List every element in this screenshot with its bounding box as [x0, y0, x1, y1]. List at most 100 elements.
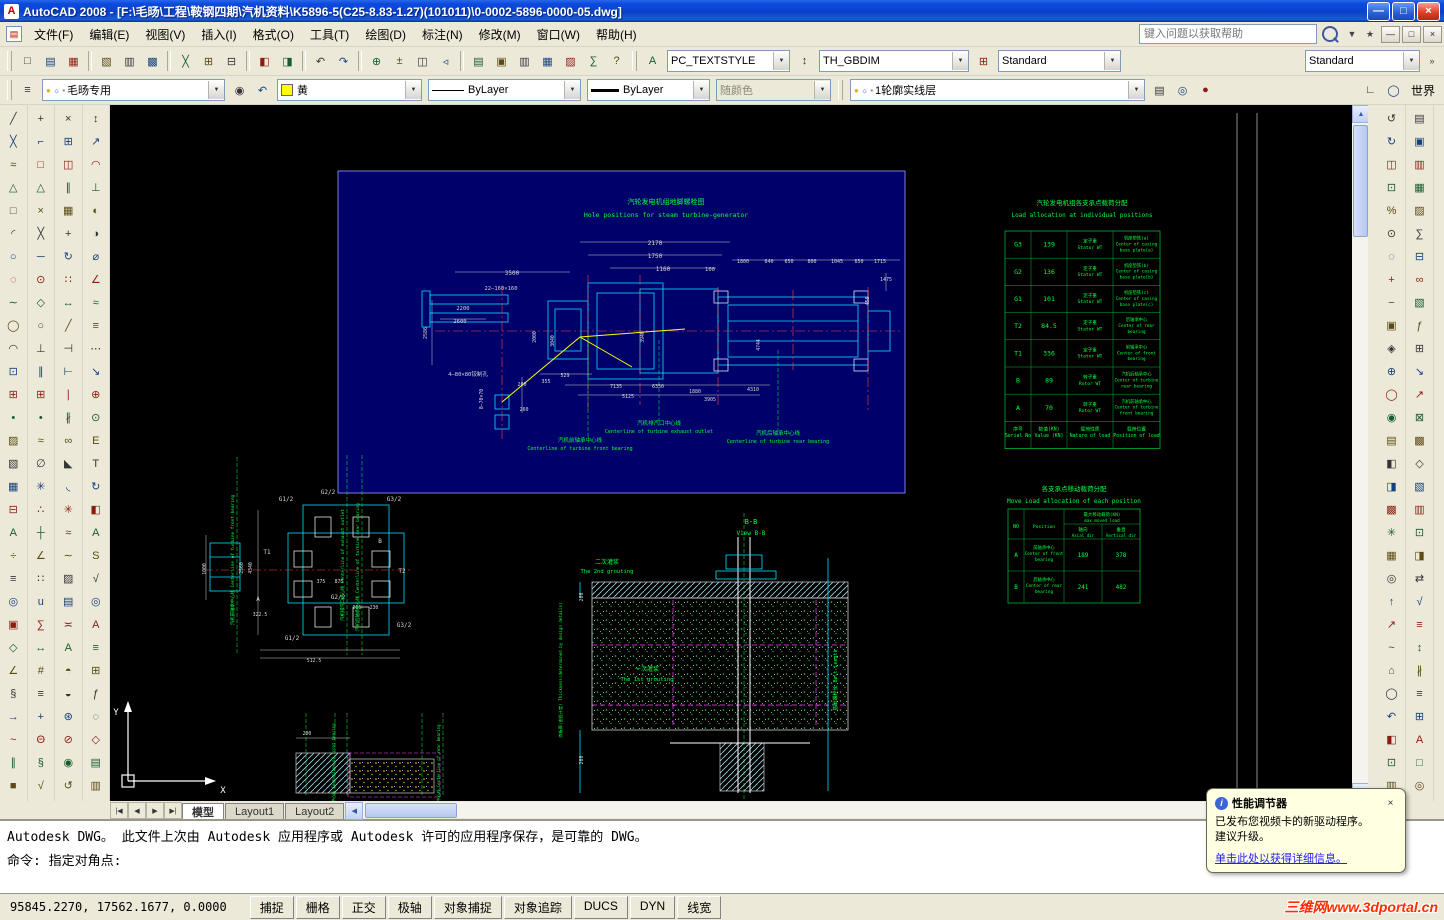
toolbar-grip[interactable]	[7, 80, 12, 100]
find-replace-icon[interactable]: ◎	[84, 590, 107, 613]
field-2-icon[interactable]: ƒ	[1408, 314, 1431, 337]
draworder-back-icon[interactable]: ◒	[57, 682, 80, 705]
copy-icon[interactable]: ⊞	[57, 130, 80, 153]
regen-all-icon[interactable]: ↻	[1380, 130, 1403, 153]
status-toggle-4[interactable]: 对象捕捉	[433, 895, 502, 919]
group-icon[interactable]: ⊛	[57, 705, 80, 728]
zoom-scale-icon[interactable]: %	[1380, 199, 1403, 222]
mirror-icon[interactable]: ◫	[57, 153, 80, 176]
regen-icon[interactable]: ↺	[57, 774, 80, 797]
motion-path-icon[interactable]: ~	[1380, 636, 1403, 659]
area-icon[interactable]: #	[29, 659, 52, 682]
sheetset-manager-icon[interactable]: ▦	[536, 50, 559, 73]
zoom-dynamic-icon[interactable]: ⊡	[1380, 176, 1403, 199]
menu-item-2[interactable]: 视图(V)	[137, 24, 193, 45]
point-icon[interactable]: •	[2, 406, 25, 429]
star-icon[interactable]: ★	[1362, 26, 1378, 42]
3d-polyline-icon[interactable]: ∠	[2, 659, 25, 682]
dim-style-icon[interactable]: ◧	[84, 498, 107, 521]
layer-combo[interactable]: ● ☼ ▪ 毛旸专用 ▼	[42, 79, 225, 101]
quickcalc-2-icon[interactable]: ∑	[1408, 222, 1431, 245]
lengthen-icon[interactable]: ╱	[57, 314, 80, 337]
snap-midpoint-icon[interactable]: △	[29, 176, 52, 199]
pan-icon[interactable]: ⊕	[365, 50, 388, 73]
list-icon[interactable]: ≡	[29, 682, 52, 705]
clean-screen-icon[interactable]: □	[1408, 751, 1431, 774]
fillet-icon[interactable]: ◟	[57, 475, 80, 498]
named-views-icon[interactable]: ▥	[84, 774, 107, 797]
page-setup-icon[interactable]: ▥	[1408, 498, 1431, 521]
match-properties-icon[interactable]: ◧	[253, 50, 276, 73]
quick-dimension-icon[interactable]: ≈	[84, 291, 107, 314]
dim-linear-icon[interactable]: ↕	[84, 107, 107, 130]
edit-array-icon[interactable]: ▤	[57, 590, 80, 613]
help-icon[interactable]: ?	[605, 50, 628, 73]
menu-item-0[interactable]: 文件(F)	[26, 24, 81, 45]
color-combo[interactable]: 黄 ▼	[277, 79, 422, 101]
snap-parallel-icon[interactable]: ∥	[29, 360, 52, 383]
tab-nav-3[interactable]: ▶|	[164, 802, 182, 819]
zoom-in-icon[interactable]: +	[1380, 268, 1403, 291]
menu-item-1[interactable]: 编辑(E)	[81, 24, 137, 45]
designcenter-2-icon[interactable]: ▣	[1408, 130, 1431, 153]
close-button[interactable]: ×	[1417, 1, 1440, 21]
mdi-restore-button[interactable]: □	[1402, 25, 1421, 43]
dim-style-icon[interactable]: ↕	[793, 50, 816, 73]
named-ucs-icon[interactable]: ⌂	[1380, 659, 1403, 682]
snap-apparent-icon[interactable]: ╳	[29, 222, 52, 245]
properties-icon[interactable]: ▤	[467, 50, 490, 73]
layer-translate-icon[interactable]: ⇄	[1408, 567, 1431, 590]
zoom-realtime-icon[interactable]: ±	[388, 50, 411, 73]
ucs-world-icon[interactable]: ◯	[1380, 682, 1403, 705]
dim-aligned-icon[interactable]: ↗	[84, 130, 107, 153]
shade-icon[interactable]: ◨	[1380, 475, 1403, 498]
text-style-icon[interactable]: S	[84, 544, 107, 567]
layer-unisolate-icon[interactable]: ●	[1194, 79, 1217, 102]
lineweight-combo[interactable]: ByLayer ▼	[587, 79, 710, 101]
workspace-icon[interactable]: ◎	[1408, 774, 1431, 797]
revcloud-2-icon[interactable]: ◌	[84, 705, 107, 728]
edit-polyline-icon[interactable]: ≈	[57, 521, 80, 544]
break-icon[interactable]: ∦	[57, 406, 80, 429]
divide-icon[interactable]: ÷	[2, 544, 25, 567]
ellipse-icon[interactable]: ◯	[2, 314, 25, 337]
wipeout-2-icon[interactable]: ◇	[84, 728, 107, 751]
tool-palettes-icon[interactable]: ▥	[513, 50, 536, 73]
boundary-icon[interactable]: ▣	[2, 613, 25, 636]
donut-icon[interactable]: ◎	[2, 590, 25, 613]
ucs-face-icon[interactable]: ◧	[1380, 728, 1403, 751]
snap-nearest-icon[interactable]: ≈	[29, 429, 52, 452]
search-icon[interactable]	[1322, 26, 1338, 42]
orbit-icon[interactable]: ◯	[1380, 383, 1403, 406]
polar-icon[interactable]: ∠	[29, 544, 52, 567]
construction-line-icon[interactable]: ╳	[2, 130, 25, 153]
status-toggle-5[interactable]: 对象追踪	[503, 895, 572, 919]
properties-palette-icon[interactable]: ▤	[1408, 107, 1431, 130]
designcenter-icon[interactable]: ▣	[490, 50, 513, 73]
snap-from-icon[interactable]: ⌐	[29, 130, 52, 153]
redo-icon[interactable]: ↷	[332, 50, 355, 73]
menu-item-4[interactable]: 格式(O)	[245, 24, 302, 45]
import-icon[interactable]: ↘	[1408, 360, 1431, 383]
tab-nav-1[interactable]: ◀	[128, 802, 146, 819]
status-toggle-3[interactable]: 极轴	[387, 895, 432, 919]
tab-2[interactable]: Layout2	[285, 803, 345, 819]
calc-icon[interactable]: ∑	[29, 613, 52, 636]
arc-icon[interactable]: ◜	[2, 222, 25, 245]
publish-2-icon[interactable]: ▩	[1408, 429, 1431, 452]
distance-icon[interactable]: ↔	[29, 636, 52, 659]
3d-views-icon[interactable]: ▤	[1380, 429, 1403, 452]
zoom-window-icon[interactable]: ◫	[1380, 153, 1403, 176]
zoom-all-icon[interactable]: ▣	[1380, 314, 1403, 337]
chamfer-icon[interactable]: ◣	[57, 452, 80, 475]
toolbar-grip[interactable]	[838, 80, 843, 100]
cut-icon[interactable]: ╳	[174, 50, 197, 73]
tab-nav-2[interactable]: ▶	[146, 802, 164, 819]
status-toggle-2[interactable]: 正交	[341, 895, 386, 919]
ucs-object-icon[interactable]: ⊡	[1380, 751, 1403, 774]
text-style-icon[interactable]: A	[641, 50, 664, 73]
hide-icon[interactable]: ◧	[1380, 452, 1403, 475]
tab-1[interactable]: Layout1	[225, 803, 285, 819]
status-icon[interactable]: §	[29, 751, 52, 774]
array-icon[interactable]: ▦	[57, 199, 80, 222]
